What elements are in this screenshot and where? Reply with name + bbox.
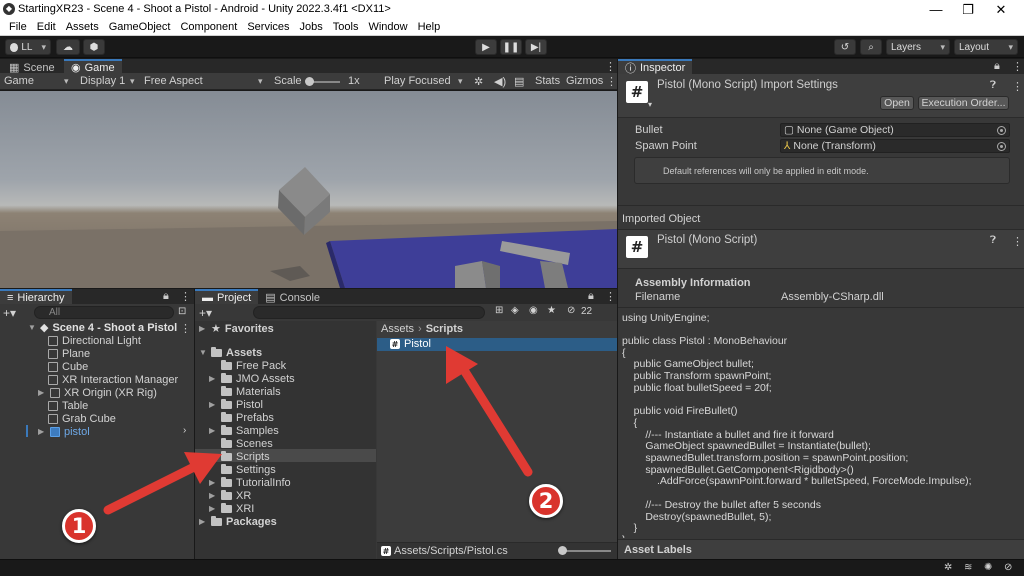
annotation-badge-1: 1 xyxy=(62,509,96,543)
tutorial-annotations xyxy=(103,346,533,515)
arrow-2-shaft xyxy=(459,365,533,477)
arrow-1-shaft xyxy=(103,461,201,515)
annotation-badge-2: 2 xyxy=(529,484,563,518)
